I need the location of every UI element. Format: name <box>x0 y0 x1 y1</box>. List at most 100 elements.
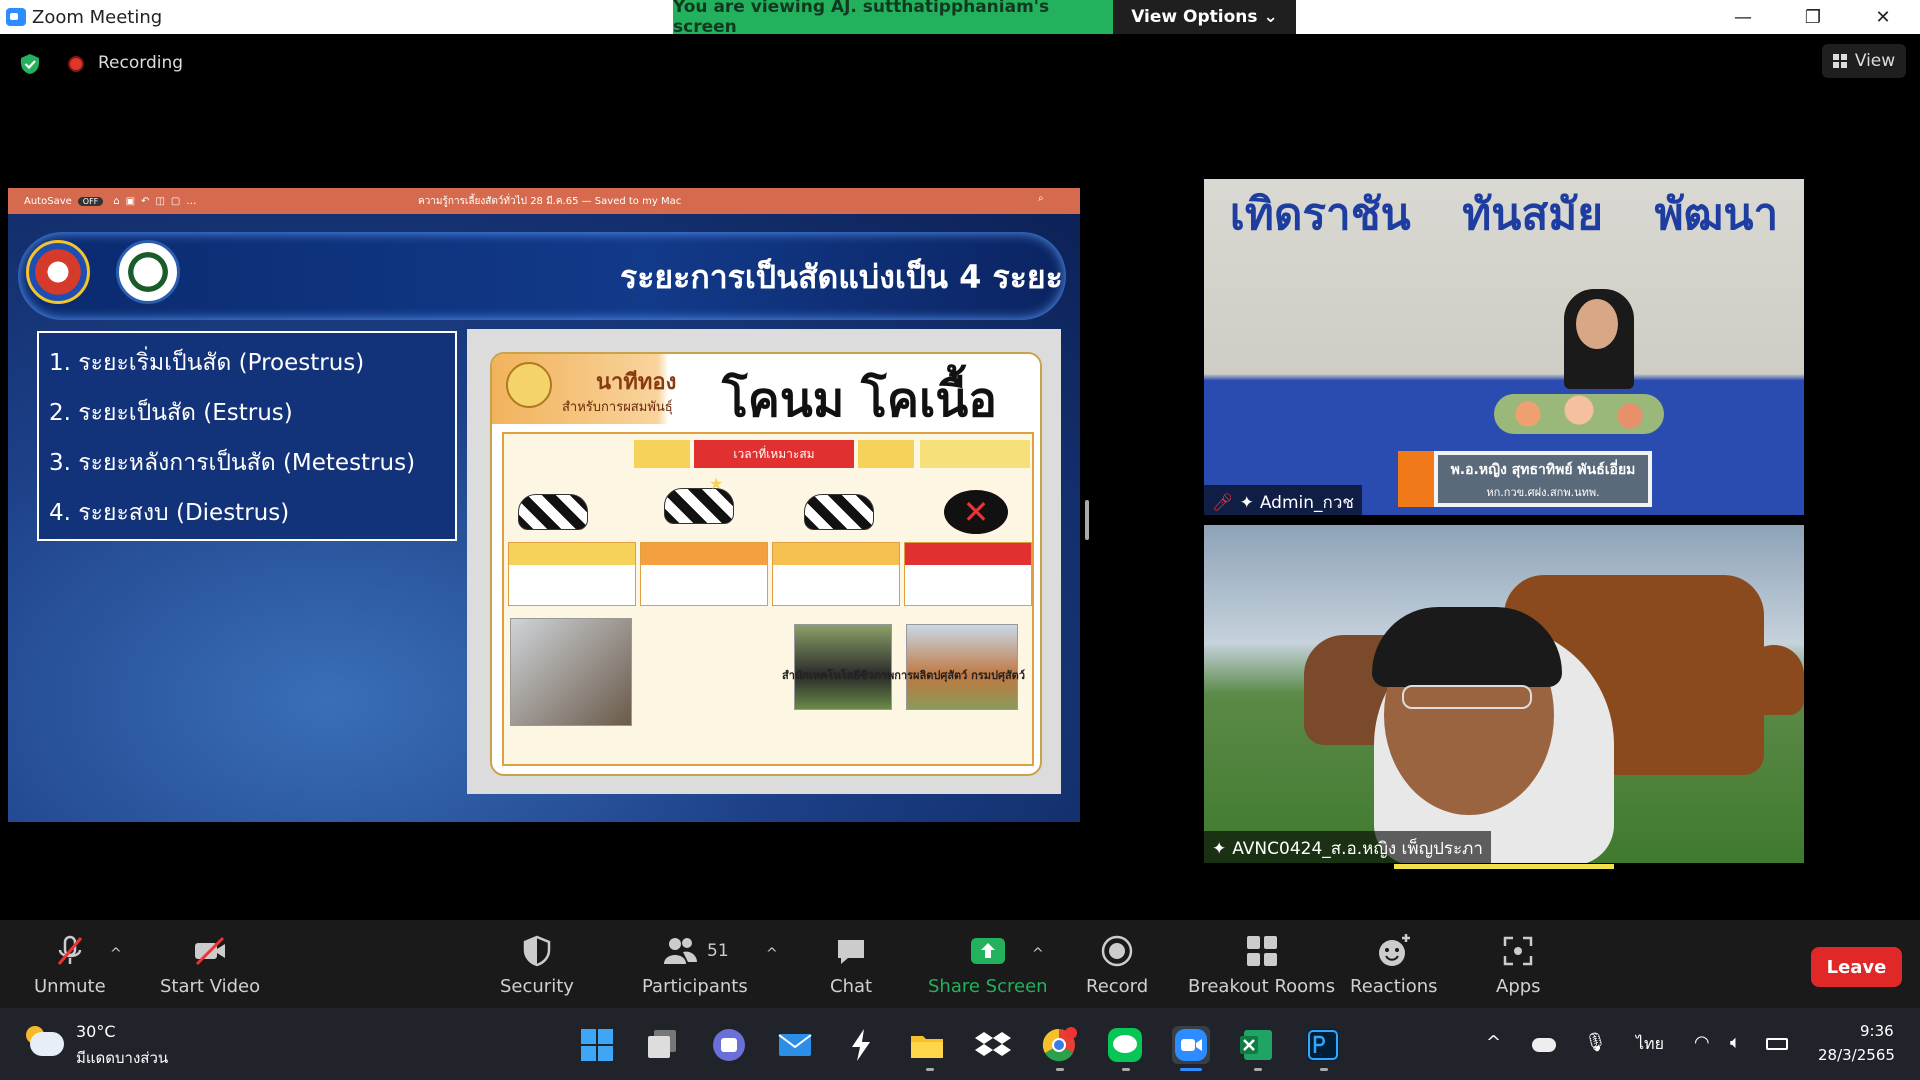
ppt-quick-access-icons: ⌂▣↶◫▢… <box>113 195 203 207</box>
volume-icon[interactable]: 🔈︎ <box>1730 1032 1741 1053</box>
onedrive-cloud-icon[interactable] <box>1532 1038 1556 1052</box>
file-explorer-icon[interactable] <box>908 1026 946 1064</box>
task-view-icon[interactable] <box>644 1026 682 1064</box>
split-view-handle[interactable] <box>1085 500 1089 540</box>
stage-item: 4. ระยะสงบ (Diestrus) <box>49 500 290 526</box>
participant-name-tag: ✦ AVNC0424_ส.อ.หญิง เพ็ญประภา <box>1204 831 1491 863</box>
autosave-label: AutoSave <box>24 195 72 207</box>
language-indicator[interactable]: ไทย <box>1636 1032 1664 1057</box>
organization-logo-1 <box>26 240 90 304</box>
cow-background <box>1744 645 1804 715</box>
microphone-tray-icon[interactable]: 🎙︎ <box>1584 1032 1607 1053</box>
photoshop-icon[interactable] <box>1304 1026 1342 1064</box>
banner-word: พัฒนา <box>1654 189 1779 240</box>
muted-microphone-icon <box>57 935 82 965</box>
breakout-rooms-button[interactable]: Breakout Rooms <box>1188 932 1335 997</box>
show-hidden-icons-chevron-icon[interactable]: ^ <box>1486 1032 1501 1053</box>
participants-label: Participants <box>642 976 748 997</box>
taskbar-active-indicator <box>1320 1068 1328 1071</box>
leave-button[interactable]: Leave <box>1811 947 1902 987</box>
weather-temperature[interactable]: 30°C <box>76 1022 116 1041</box>
speaker-glasses <box>1402 685 1532 709</box>
weather-description[interactable]: มีแดดบางส่วน <box>76 1046 168 1070</box>
chat-bubble-icon <box>838 940 865 964</box>
weather-cloud-icon[interactable] <box>30 1032 64 1056</box>
shield-icon[interactable] <box>18 52 42 76</box>
taskbar-active-indicator <box>926 1068 934 1071</box>
namecard-position: หก.กวข.ศฝง.สกพ.นทพ. <box>1486 486 1600 499</box>
stage-backdrop-banner: เทิดราชัน ทันสมัย พัฒนา <box>1204 179 1804 249</box>
start-video-button[interactable]: Start Video <box>160 932 260 997</box>
star-icon: ★ <box>709 474 724 493</box>
title-bar: Zoom Meeting You are viewing AJ. sutthat… <box>0 0 1920 37</box>
autosave-toggle[interactable]: OFF <box>77 196 104 206</box>
slide-title: ระยะการเป็นสัดแบ่งเป็น 4 ระยะ <box>620 258 1063 296</box>
viewing-screen-banner: You are viewing AJ. sutthatipphaniam's s… <box>673 0 1113 37</box>
teams-chat-icon[interactable] <box>710 1026 748 1064</box>
recording-label[interactable]: Recording <box>98 53 183 73</box>
stage-item: 2. ระยะเป็นสัด (Estrus) <box>49 400 293 426</box>
app-bolt-icon[interactable] <box>842 1026 880 1064</box>
cow-illustration <box>518 494 588 530</box>
windows-taskbar <box>0 1008 1920 1080</box>
restore-button[interactable]: ❐ <box>1782 0 1844 34</box>
timeline-cell <box>634 440 690 468</box>
taskbar-active-indicator <box>1180 1068 1202 1071</box>
share-options-chevron-icon[interactable]: ^ <box>1032 946 1044 962</box>
grid-view-icon <box>1832 54 1847 68</box>
wifi-icon[interactable]: ◠ <box>1694 1032 1710 1053</box>
participants-button[interactable]: 51 Participants <box>642 932 748 997</box>
start-video-label: Start Video <box>160 976 261 997</box>
line-app-icon[interactable] <box>1106 1026 1144 1064</box>
security-label: Security <box>500 976 574 997</box>
zoom-taskbar-icon[interactable] <box>1172 1026 1210 1064</box>
poster-timeline: เวลาที่เหมาะสม ★ ✕ <box>502 432 1034 766</box>
clock-time[interactable]: 9:36 <box>1860 1022 1894 1040</box>
banner-word: เทิดราชัน <box>1229 189 1411 240</box>
excel-icon[interactable] <box>1238 1026 1276 1064</box>
presenter-face <box>1576 299 1618 349</box>
close-button[interactable]: ✕ <box>1852 0 1914 34</box>
unmute-button[interactable]: Unmute <box>34 932 106 997</box>
apps-button[interactable]: Apps <box>1496 932 1541 997</box>
view-options-button[interactable]: View Options ⌄ <box>1113 0 1296 34</box>
record-button[interactable]: Record <box>1086 932 1148 997</box>
chat-button[interactable]: Chat <box>830 932 872 997</box>
security-button[interactable]: Security <box>500 932 574 997</box>
mail-icon[interactable] <box>776 1026 814 1064</box>
video-tile-speaker[interactable]: ✦ AVNC0424_ส.อ.หญิง เพ็ญประภา <box>1204 525 1804 863</box>
slide-bottom-bar <box>8 822 1080 856</box>
view-options-label: View Options <box>1131 7 1258 27</box>
zoom-logo-icon <box>6 8 26 26</box>
minimize-button[interactable]: — <box>1712 0 1774 34</box>
participants-count: 51 <box>707 941 729 961</box>
share-screen-button[interactable]: Share Screen <box>928 932 1048 997</box>
view-label: View <box>1854 51 1896 71</box>
chrome-icon[interactable] <box>1040 1026 1078 1064</box>
view-button[interactable]: View <box>1822 44 1906 78</box>
apps-label: Apps <box>1496 976 1541 997</box>
audio-options-chevron-icon[interactable]: ^ <box>110 946 122 962</box>
reactions-smiley-icon <box>1378 934 1410 966</box>
info-column <box>904 542 1032 606</box>
muted-mic-icon: 🎤︎ <box>1212 492 1234 513</box>
cow-illustration <box>664 488 734 524</box>
dropbox-icon[interactable] <box>974 1026 1012 1064</box>
stage-item: 1. ระยะเริ่มเป็นสัด (Proestrus) <box>49 350 365 376</box>
reactions-button[interactable]: Reactions <box>1350 932 1438 997</box>
poster-caption: สำนักเทคโนโลยีชีวภาพการผลิตปศุสัตว์ กรมป… <box>782 669 1026 682</box>
participants-icon <box>664 938 698 964</box>
video-tile-admin[interactable]: เทิดราชัน ทันสมัย พัฒนา พ.อ.หญิง สุทธาทิ… <box>1204 179 1804 515</box>
cross-icon: ✕ <box>944 490 1008 534</box>
chat-label: Chat <box>830 976 873 997</box>
battery-icon[interactable] <box>1766 1038 1788 1050</box>
pin-icon: ✦ <box>1239 492 1254 513</box>
ppt-document-title: ความรู้การเลี้ยงสัตว์ทั่วไป 28 มี.ค.65 —… <box>418 196 682 207</box>
powerpoint-title-bar: AutoSave OFF ⌂▣↶◫▢… ความรู้การเลี้ยงสัตว… <box>8 188 1080 214</box>
participants-options-chevron-icon[interactable]: ^ <box>766 946 778 962</box>
poster-title: โคนม โคเนื้อ <box>722 372 997 428</box>
organization-logo-2 <box>116 240 180 304</box>
clock-date[interactable]: 28/3/2565 <box>1818 1046 1895 1064</box>
windows-start-icon[interactable] <box>578 1026 616 1064</box>
recording-icon[interactable] <box>68 56 84 72</box>
